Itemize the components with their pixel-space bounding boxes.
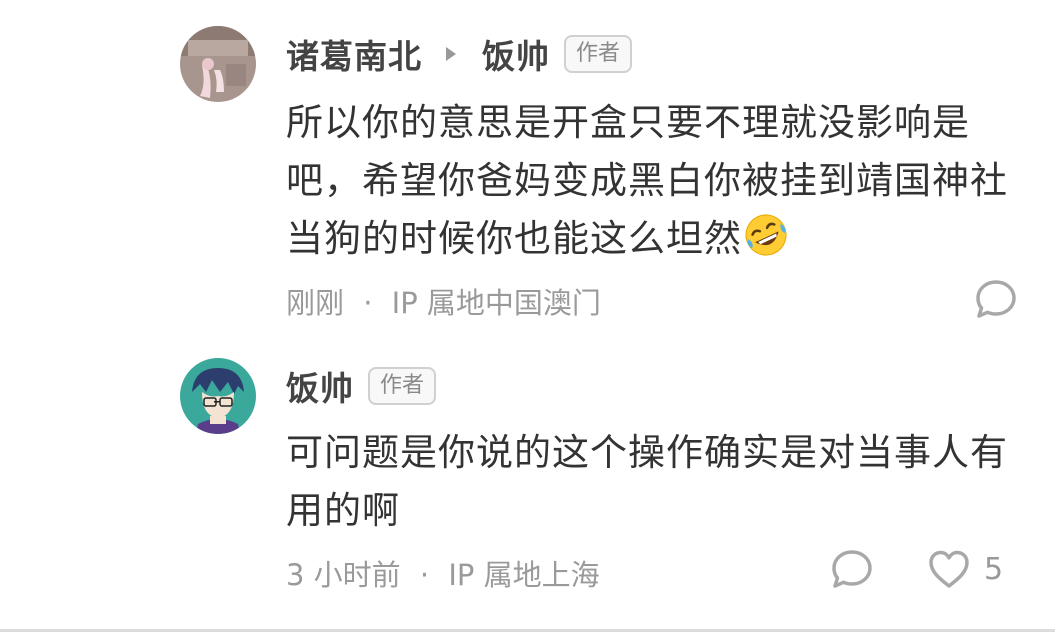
like-count: 5 <box>984 551 1004 587</box>
comment-bubble-icon <box>832 550 872 588</box>
reply-button[interactable] <box>974 278 1018 320</box>
comment-meta: 3 小时前 · IP 属地上海 <box>286 552 600 594</box>
comment-bubble-icon <box>976 280 1016 318</box>
comment-header: 诸葛南北 饭帅 作者 <box>286 30 633 78</box>
ip-location: IP 属地中国澳门 <box>391 286 601 320</box>
comment-meta: 刚刚 · IP 属地中国澳门 <box>286 280 601 322</box>
author-badge: 作者 <box>368 367 437 405</box>
ip-location: IP 属地上海 <box>448 558 600 592</box>
author-badge: 作者 <box>564 35 633 73</box>
comment-header: 饭帅 作者 <box>286 362 437 410</box>
reply-to-name[interactable]: 饭帅 <box>482 30 550 78</box>
comment-body: 所以你的意思是开盒只要不理就没影响是吧，希望你爸妈变成黑白你被挂到靖国神社当狗的… <box>286 101 1008 260</box>
author-name[interactable]: 饭帅 <box>286 362 354 410</box>
author-name[interactable]: 诸葛南北 <box>286 30 422 78</box>
avatar[interactable] <box>180 26 256 102</box>
comment-time: 刚刚 <box>286 286 345 320</box>
meta-separator: · <box>419 558 430 592</box>
reply-arrow-icon <box>446 47 456 61</box>
comment-text: 所以你的意思是开盒只要不理就没影响是吧，希望你爸妈变成黑白你被挂到靖国神社当狗的… <box>286 94 1016 268</box>
reply-button[interactable] <box>830 548 874 590</box>
comment-body: 可问题是你说的这个操作确实是对当事人有用的啊 <box>286 431 1008 532</box>
avatar[interactable] <box>180 358 256 434</box>
comment-time: 3 小时前 <box>286 558 401 592</box>
heart-icon <box>929 550 969 588</box>
like-button[interactable]: 5 <box>926 548 1003 590</box>
rolling-on-floor-laughing-emoji-icon <box>742 211 790 259</box>
comment-text: 可问题是你说的这个操作确实是对当事人有用的啊 <box>286 424 1016 540</box>
meta-separator: · <box>363 286 373 320</box>
